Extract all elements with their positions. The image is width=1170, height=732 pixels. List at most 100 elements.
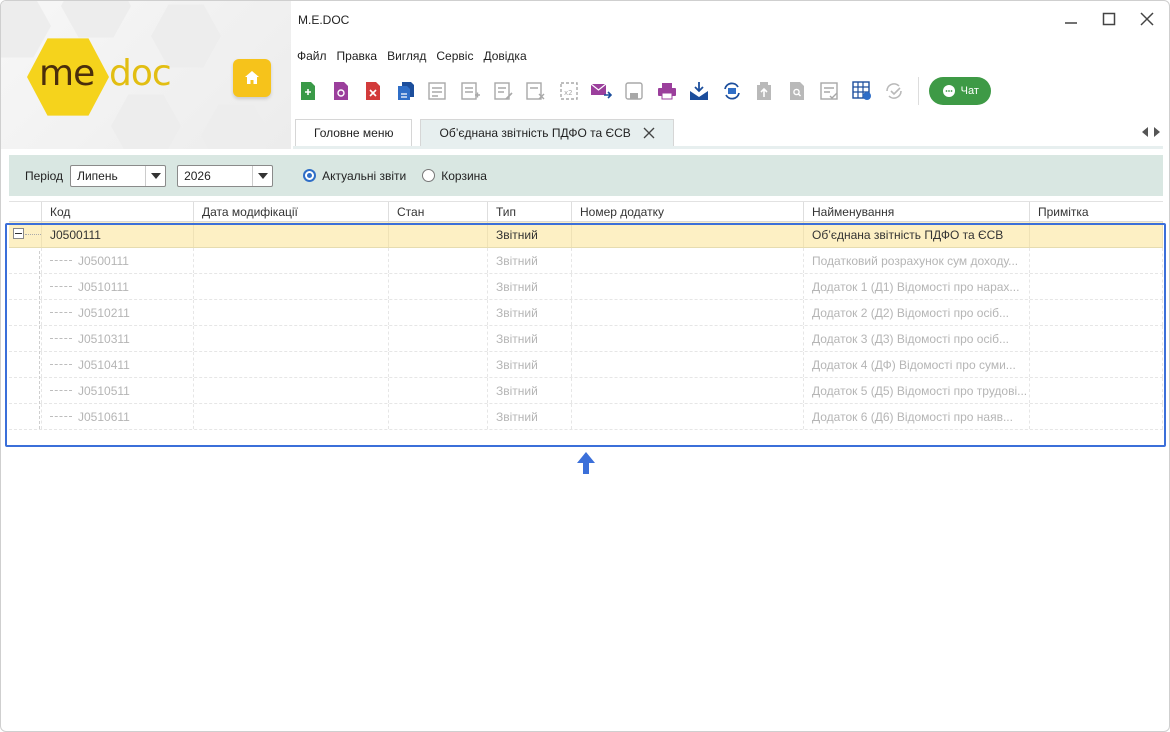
header-name[interactable]: Найменування: [804, 202, 1030, 221]
save-button[interactable]: [623, 80, 645, 102]
cell-code: J0510511: [42, 378, 194, 403]
upload-button[interactable]: [753, 80, 775, 102]
decor-hex: [111, 94, 181, 149]
send-mail-button[interactable]: [590, 80, 613, 102]
month-select[interactable]: Липень: [70, 164, 167, 187]
menu-edit[interactable]: Правка: [337, 49, 378, 63]
cell-note: [1030, 352, 1163, 377]
radio-dot[interactable]: [303, 169, 317, 182]
sync-button[interactable]: [721, 80, 743, 102]
x2-button[interactable]: x2: [558, 80, 580, 102]
tab-close-button[interactable]: [643, 127, 655, 139]
cell-state: [389, 274, 488, 299]
cell-state: [389, 404, 488, 429]
dropdown-button[interactable]: [145, 165, 165, 186]
view-doc-button[interactable]: [330, 80, 352, 102]
check-circle-button[interactable]: [884, 80, 906, 102]
table-row[interactable]: J0510311 Звітний Додаток 3 (Д3) Відомост…: [9, 326, 1163, 352]
search-doc-button[interactable]: [786, 80, 808, 102]
arrow-left-icon[interactable]: [1141, 126, 1149, 138]
remove-doc-button[interactable]: [525, 80, 547, 102]
remove-doc-icon: [526, 82, 545, 100]
check-list-button[interactable]: [819, 80, 841, 102]
table-row-parent[interactable]: J0500111 Звітний Об’єднана звітність ПДФ…: [9, 222, 1163, 248]
table-row[interactable]: J0510111 Звітний Додаток 1 (Д1) Відомост…: [9, 274, 1163, 300]
table-row[interactable]: J0510211 Звітний Додаток 2 (Д2) Відомост…: [9, 300, 1163, 326]
receive-button[interactable]: [688, 80, 710, 102]
table-row[interactable]: J0510511 Звітний Додаток 5 (Д5) Відомост…: [9, 378, 1163, 404]
cell-modified: [194, 404, 389, 429]
cell-modified: [194, 300, 389, 325]
copy-doc-button[interactable]: [395, 80, 417, 102]
tree-connector: [50, 364, 72, 365]
year-value: 2026: [184, 168, 211, 183]
cell-code-text: J0510511: [78, 383, 130, 398]
edit-list-button[interactable]: [427, 80, 449, 102]
cell-name: Додаток 3 (Д3) Відомості про осіб...: [804, 326, 1030, 351]
tab-combined-report[interactable]: Об’єднана звітність ПДФО та ЄСВ: [420, 119, 674, 146]
edit-doc-button[interactable]: [493, 80, 515, 102]
cell-code-text: J0510611: [78, 409, 130, 424]
table-refresh-button[interactable]: [851, 80, 873, 102]
tree-connector: [50, 260, 72, 261]
tab-main-menu[interactable]: Головне меню: [295, 119, 413, 146]
logo-me: me: [39, 53, 95, 94]
cell-type: Звітний: [488, 326, 572, 351]
svg-text:x2: x2: [564, 89, 573, 97]
menu-file[interactable]: Файл: [297, 49, 327, 63]
menu-view[interactable]: Вигляд: [387, 49, 426, 63]
cell-state: [389, 248, 488, 273]
cell-modified: [194, 352, 389, 377]
header-type[interactable]: Тип: [488, 202, 572, 221]
minimize-button[interactable]: [1063, 11, 1079, 27]
chat-icon: [942, 85, 955, 97]
maximize-button[interactable]: [1101, 11, 1117, 27]
tree-connector: [50, 390, 72, 391]
header-note[interactable]: Примітка: [1030, 202, 1163, 221]
menu-service[interactable]: Сервіс: [436, 49, 473, 63]
radio-current-reports[interactable]: Актуальні звіти: [303, 169, 406, 183]
menu-help[interactable]: Довідка: [483, 49, 526, 63]
table-header: Код Дата модифікації Стан Тип Номер дода…: [9, 201, 1163, 222]
cell-code-text: J0510311: [78, 331, 130, 346]
table-row[interactable]: J0510611 Звітний Додаток 6 (Д6) Відомост…: [9, 404, 1163, 430]
minimize-icon: [1065, 22, 1077, 24]
table-row[interactable]: J0510411 Звітний Додаток 4 (ДФ) Відомост…: [9, 352, 1163, 378]
print-button[interactable]: [656, 80, 678, 102]
new-doc-button[interactable]: [297, 80, 319, 102]
radio-trash[interactable]: Корзина: [422, 169, 487, 183]
cell-type: Звітний: [488, 378, 572, 403]
dropdown-button[interactable]: [252, 165, 272, 186]
cell-name: Додаток 2 (Д2) Відомості про осіб...: [804, 300, 1030, 325]
header-state[interactable]: Стан: [389, 202, 488, 221]
chevron-down-icon: [257, 172, 268, 179]
add-list-button[interactable]: [460, 80, 482, 102]
delete-doc-button[interactable]: [362, 80, 384, 102]
logo-area: me doc: [1, 1, 291, 149]
cell-appendix-number: [572, 404, 804, 429]
cell-name: Додаток 5 (Д5) Відомості про трудові...: [804, 378, 1030, 403]
header-code[interactable]: Код: [42, 202, 194, 221]
cell-type: Звітний: [488, 248, 572, 273]
cell-note: [1030, 222, 1163, 247]
sync-icon: [723, 82, 740, 100]
header-modified[interactable]: Дата модифікації: [194, 202, 389, 221]
cell-appendix-number: [572, 222, 804, 247]
cell-type: Звітний: [488, 222, 572, 247]
logo-doc: doc: [109, 53, 172, 94]
cell-name: Додаток 4 (ДФ) Відомості про суми...: [804, 352, 1030, 377]
collapse-toggle[interactable]: [13, 228, 24, 239]
table-row[interactable]: J0500111 Звітний Податковий розрахунок с…: [9, 248, 1163, 274]
arrow-right-icon[interactable]: [1153, 126, 1161, 138]
period-label: Період: [25, 168, 64, 183]
home-button[interactable]: [233, 59, 271, 97]
chat-button[interactable]: Чат: [929, 77, 992, 105]
cell-code-text: J0510211: [78, 305, 130, 320]
year-select[interactable]: 2026: [177, 164, 274, 187]
tab-label: Об’єднана звітність ПДФО та ЄСВ: [439, 126, 631, 140]
radio-dot[interactable]: [422, 169, 436, 182]
cell-appendix-number: [572, 274, 804, 299]
close-window-button[interactable]: [1139, 11, 1155, 27]
header-appendix-number[interactable]: Номер додатку: [572, 202, 804, 221]
edit-list-icon: [428, 82, 447, 100]
